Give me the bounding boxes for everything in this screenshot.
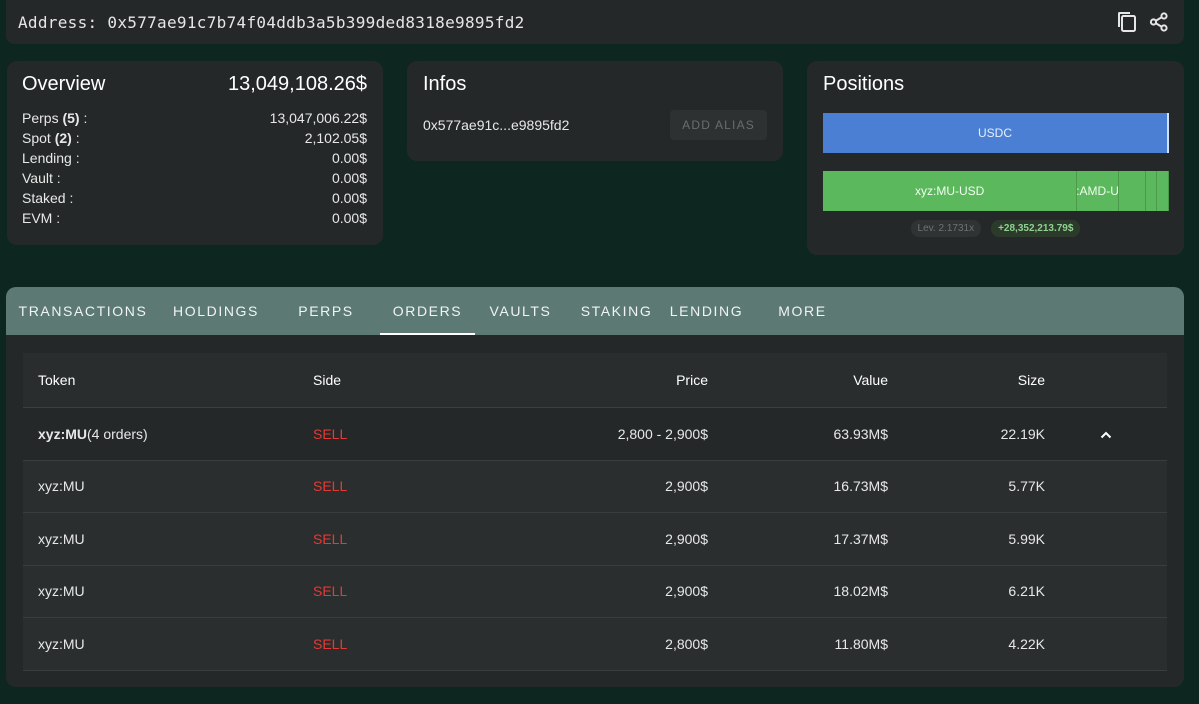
order-side: SELL	[313, 530, 348, 547]
order-row[interactable]: xyz:MU SELL 2,900$ 18.02M$ 6.21K	[23, 565, 1167, 618]
group-size: 22.19K	[1000, 425, 1045, 442]
column-price[interactable]: Price	[513, 372, 708, 388]
order-token: xyz:MU	[38, 635, 85, 652]
tab-holdings[interactable]: HOLDINGS	[160, 287, 272, 335]
tab-bar: TRANSACTIONS HOLDINGS PERPS ORDERS VAULTS STA…	[6, 287, 1184, 335]
tab-lending[interactable]: LENDING	[667, 287, 746, 335]
order-side: SELL	[313, 478, 348, 495]
order-token: xyz:MU	[38, 530, 85, 547]
address-actions	[1116, 11, 1170, 33]
overview-row: Perps (5) : 13,047,006.22$	[22, 108, 367, 128]
group-side: SELL	[313, 425, 348, 442]
column-token[interactable]: Token	[23, 372, 313, 388]
spot-allocation-bar[interactable]: USDC	[823, 113, 1169, 153]
pnl-badge: +28,352,213.79$	[991, 220, 1081, 237]
column-value[interactable]: Value	[708, 372, 888, 388]
order-value: 17.37M$	[833, 530, 888, 547]
group-value: 63.93M$	[833, 425, 888, 442]
order-price: 2,800$	[665, 635, 708, 652]
order-value: 16.73M$	[833, 478, 888, 495]
order-side: SELL	[313, 583, 348, 600]
orders-table: Token Side Price Value Size xyz:MU(4 ord…	[23, 353, 1167, 671]
overview-breakdown: Perps (5) : 13,047,006.22$ Spot (2) : 2,102…	[22, 108, 367, 228]
wallet-address: Address: 0x577ae91c7b74f04ddb3a5b399ded8…	[18, 12, 525, 32]
positions-card: Positions USDC xyz:MU-USD:AMD-U Lev. 2.1…	[807, 61, 1184, 255]
overview-row-label: Staked :	[22, 190, 74, 206]
order-token: xyz:MU	[38, 478, 85, 495]
perp-segment[interactable]: :AMD-U	[1077, 171, 1119, 211]
order-token: xyz:MU	[38, 583, 85, 600]
column-size[interactable]: Size	[888, 372, 1045, 388]
tab-more[interactable]: MORE	[746, 287, 859, 335]
order-size: 5.77K	[1008, 478, 1045, 495]
overview-row-label: Spot (2) :	[22, 130, 80, 146]
order-price: 2,900$	[665, 583, 708, 600]
overview-row-value: 0.00$	[331, 210, 367, 226]
order-value: 18.02M$	[833, 583, 888, 600]
overview-row: Vault : 0.00$	[22, 168, 367, 188]
overview-row-label: Perps (5) :	[22, 110, 88, 126]
overview-row-value: 0.00$	[331, 190, 367, 206]
perp-segment[interactable]	[1118, 171, 1147, 211]
group-price: 2,800 - 2,900$	[617, 425, 708, 442]
copy-icon[interactable]	[1116, 11, 1138, 33]
order-row[interactable]: xyz:MU SELL 2,900$ 16.73M$ 5.77K	[23, 460, 1167, 513]
order-size: 6.21K	[1008, 583, 1045, 600]
overview-row-value: 13,047,006.22$	[269, 110, 367, 126]
order-row[interactable]: xyz:MU SELL 2,900$ 17.37M$ 5.99K	[23, 513, 1167, 566]
order-price: 2,900$	[665, 530, 708, 547]
order-value: 11.80M$	[834, 635, 888, 652]
activity-panel: TRANSACTIONS HOLDINGS PERPS ORDERS VAULTS STA…	[6, 287, 1184, 687]
perp-segment[interactable]	[1146, 171, 1157, 211]
tab-vaults[interactable]: VAULTS	[475, 287, 566, 335]
infos-title: Infos	[423, 73, 467, 95]
perp-allocation-bar[interactable]: xyz:MU-USD:AMD-U	[823, 171, 1169, 211]
share-icon[interactable]	[1148, 11, 1170, 33]
overview-row-value: 2,102.05$	[304, 130, 367, 146]
order-price: 2,900$	[665, 478, 708, 495]
order-size: 5.99K	[1008, 530, 1045, 547]
table-header: Token Side Price Value Size	[23, 353, 1167, 408]
overview-row-label: EVM :	[22, 210, 61, 226]
tab-staking[interactable]: STAKING	[566, 287, 667, 335]
perp-segment[interactable]	[1156, 171, 1169, 211]
overview-title: Overview	[22, 73, 106, 95]
perp-segment[interactable]: xyz:MU-USD	[823, 171, 1078, 211]
order-row[interactable]: xyz:MU SELL 2,800$ 11.80M$ 4.22K	[23, 618, 1167, 671]
infos-card: Infos 0x577ae91c...e9895fd2 ADD ALIAS	[407, 61, 783, 161]
overview-total: 13,049,108.26$	[227, 73, 367, 95]
group-order-count: (4 orders)	[87, 425, 148, 442]
overview-row-value: 0.00$	[331, 170, 367, 186]
order-size: 4.22K	[1008, 635, 1045, 652]
tab-orders[interactable]: ORDERS	[380, 287, 475, 335]
leverage-badge: Lev. 2.1731x	[910, 220, 982, 237]
overview-card: Overview 13,049,108.26$ Perps (5) : 13,04…	[7, 61, 383, 245]
add-alias-button[interactable]: ADD ALIAS	[670, 110, 767, 140]
overview-row: EVM : 0.00$	[22, 208, 367, 228]
overview-row-label: Vault :	[22, 170, 61, 186]
chevron-up-icon[interactable]	[1100, 426, 1112, 442]
order-side: SELL	[313, 635, 348, 652]
order-group-row[interactable]: xyz:MU(4 orders) SELL 2,800 - 2,900$ 63.…	[23, 408, 1167, 461]
address-bar: Address: 0x577ae91c7b74f04ddb3a5b399ded8…	[6, 0, 1184, 44]
overview-row: Spot (2) : 2,102.05$	[22, 128, 367, 148]
spot-bar-label: USDC	[977, 126, 1012, 140]
overview-row-label: Lending :	[22, 150, 80, 166]
overview-row: Lending : 0.00$	[22, 148, 367, 168]
overview-row: Staked : 0.00$	[22, 188, 367, 208]
tab-transactions[interactable]: TRANSACTIONS	[6, 287, 160, 335]
group-token: xyz:MU	[38, 425, 88, 442]
tab-perps[interactable]: PERPS	[272, 287, 380, 335]
short-address: 0x577ae91c...e9895fd2	[423, 117, 570, 133]
column-side[interactable]: Side	[313, 372, 513, 388]
positions-title: Positions	[823, 73, 905, 95]
overview-row-value: 0.00$	[331, 150, 367, 166]
